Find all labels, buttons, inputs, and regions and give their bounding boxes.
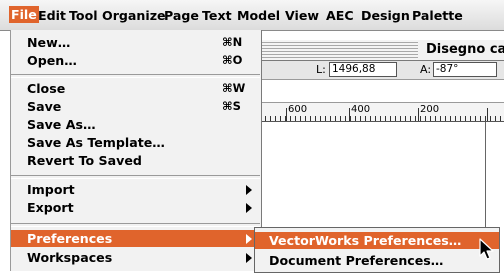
menu-item-close[interactable]: Close ⌘W <box>11 80 260 97</box>
menu-item-save-as-template[interactable]: Save As Template… <box>11 134 260 151</box>
menu-item-new[interactable]: New… ⌘N <box>11 34 260 51</box>
arrow-cursor-icon <box>479 238 494 260</box>
horizontal-ruler: 600 400 200 <box>250 102 504 122</box>
ruler-label-600: 600 <box>288 104 308 115</box>
menu-item-save[interactable]: Save ⌘S <box>11 98 260 115</box>
menu-item-import[interactable]: Import <box>11 181 260 198</box>
menu-file[interactable]: File <box>9 6 39 23</box>
menu-item-open[interactable]: Open… ⌘O <box>11 52 260 69</box>
menu-design[interactable]: Design <box>361 8 410 23</box>
ruler-major-tick <box>487 108 488 121</box>
menu-item-label: Close <box>27 81 66 96</box>
menu-text[interactable]: Text <box>202 8 232 23</box>
menu-item-export[interactable]: Export <box>11 199 260 216</box>
menu-item-label: VectorWorks Preferences… <box>269 233 462 248</box>
menu-item-label: Open… <box>27 53 77 68</box>
menu-item-label: Export <box>27 200 74 215</box>
length-field[interactable]: 1496,88 <box>329 62 397 77</box>
menu-item-label: Import <box>27 182 75 197</box>
menu-separator <box>11 74 260 78</box>
submenu-arrow-icon <box>246 185 252 195</box>
menu-item-vectorworks-preferences[interactable]: VectorWorks Preferences… <box>255 232 499 249</box>
submenu-arrow-icon <box>246 253 252 263</box>
menu-palette[interactable]: Palette <box>412 8 463 23</box>
preferences-submenu: VectorWorks Preferences… Document Prefer… <box>254 227 500 273</box>
menu-page[interactable]: Page <box>164 8 199 23</box>
menu-item-shortcut: ⌘S <box>222 99 241 113</box>
menu-item-save-as[interactable]: Save As… <box>11 116 260 133</box>
menu-aec[interactable]: AEC <box>326 8 354 23</box>
menu-separator <box>11 223 260 227</box>
ruler-major-tick <box>418 108 419 121</box>
menu-item-label: Workspaces <box>27 250 113 265</box>
angle-field[interactable]: -87° <box>433 62 497 77</box>
menu-organize[interactable]: Organize <box>102 8 166 23</box>
menu-item-label: Document Preferences… <box>269 253 444 268</box>
menu-model[interactable]: Model <box>237 8 280 23</box>
menu-separator <box>11 175 260 179</box>
menu-item-label: Save As Template… <box>27 135 165 150</box>
menu-view[interactable]: View <box>285 8 319 23</box>
menu-item-shortcut: ⌘N <box>222 35 243 49</box>
menu-item-label: New… <box>27 35 71 50</box>
ruler-label-400: 400 <box>351 104 371 115</box>
ruler-major-tick <box>286 108 287 121</box>
menu-item-shortcut: ⌘W <box>222 81 246 95</box>
file-menu: New… ⌘N Open… ⌘O Close ⌘W Save ⌘S Save A… <box>10 30 262 271</box>
submenu-arrow-icon <box>246 203 252 213</box>
submenu-arrow-icon <box>246 234 252 244</box>
menu-item-workspaces[interactable]: Workspaces <box>11 249 260 266</box>
menu-edit[interactable]: Edit <box>38 8 66 23</box>
menu-item-shortcut: ⌘O <box>222 53 243 67</box>
menu-item-label: Save <box>27 99 62 114</box>
menu-item-label: Preferences <box>27 231 113 246</box>
menu-item-revert-to-saved[interactable]: Revert To Saved <box>11 152 260 169</box>
menu-item-label: Revert To Saved <box>27 153 142 168</box>
menu-item-preferences[interactable]: Preferences <box>11 230 260 247</box>
menu-tool[interactable]: Tool <box>69 8 98 23</box>
ruler-ticks <box>250 116 504 121</box>
angle-label: A: <box>420 63 432 76</box>
ruler-label-200: 200 <box>420 104 440 115</box>
length-label: L: <box>316 63 326 76</box>
menu-item-document-preferences[interactable]: Document Preferences… <box>255 252 499 269</box>
document-title: Disegno ca <box>418 40 504 60</box>
menu-bar: File Edit Tool Organize Page Text Model … <box>0 0 504 31</box>
menu-item-label: Save As… <box>27 117 96 132</box>
ruler-major-tick <box>349 108 350 121</box>
